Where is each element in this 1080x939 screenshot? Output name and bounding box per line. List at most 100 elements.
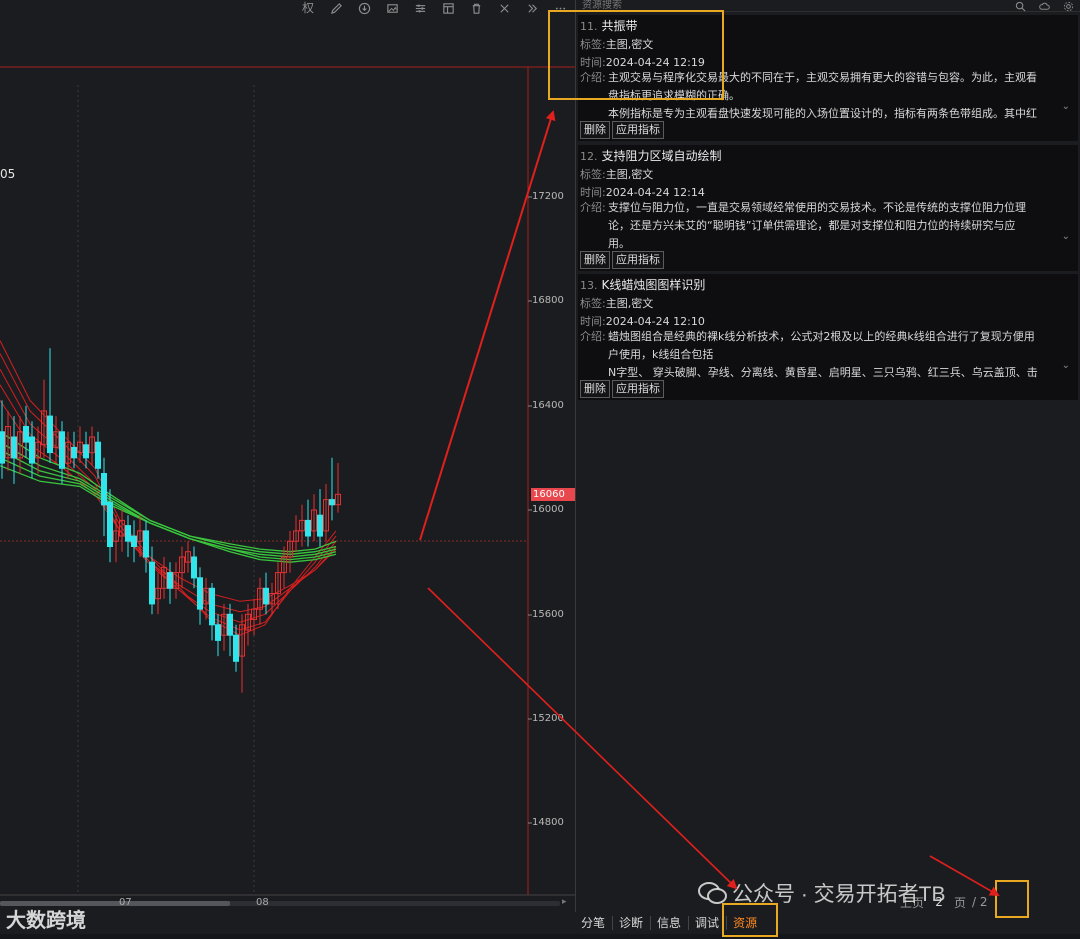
brand-text: 大数跨境 (6, 910, 86, 932)
candlestick-chart[interactable] (0, 0, 575, 912)
resource-time: 2024-04-24 12:14 (605, 186, 705, 199)
candle-body (317, 514, 323, 537)
cloud-upload-icon[interactable] (1039, 1, 1051, 11)
status-bar (0, 934, 1080, 939)
panel-title: 资源搜索 (582, 0, 622, 11)
resource-card: 13. K线蜡烛图图样识别 标签:主图,密文 时间:2024-04-24 12:1… (578, 274, 1078, 400)
ma-line-green (0, 465, 337, 563)
tag-label: 标签: (580, 297, 606, 310)
candle-body (305, 519, 311, 537)
candle-body (197, 577, 203, 610)
candle-body (125, 525, 131, 542)
y-tick-label: 16000 (532, 504, 564, 515)
apply-indicator-button[interactable]: 应用指标 (612, 251, 664, 269)
candle-body (47, 415, 53, 454)
candle-body (143, 530, 149, 558)
delete-button[interactable]: 删除 (580, 251, 610, 269)
scroll-right-icon[interactable]: ▸ (562, 897, 567, 907)
y-tick-label: 15600 (532, 609, 564, 620)
page-total: / 2 (972, 895, 988, 909)
intro-line: 本例指标是专为主观看盘快速发现可能的入场位置设计的，指标有两条色带组成。其中红 (608, 107, 1037, 120)
intro-label: 介绍: (580, 330, 606, 343)
resource-tags: 主图,密文 (605, 297, 654, 310)
candle-body (95, 441, 101, 469)
resource-title[interactable]: K线蜡烛图图样识别 (602, 278, 706, 292)
image-icon[interactable] (385, 1, 399, 15)
expand-chevron-icon[interactable]: ⌄ (1062, 101, 1070, 112)
expand-chevron-icon[interactable]: ⌄ (1062, 231, 1070, 242)
intro-line: N字型、 穿头破脚、孕线、分离线、黄昏星、启明星、三只乌鸦、红三兵、乌云盖顶、击 (608, 366, 1038, 379)
highlight-box-resource-title (548, 10, 724, 100)
intro-line: 支撑位与阻力位，一直是交易领域经常使用的交易技术。不论是传统的支撑位阻力位理 (608, 201, 1026, 214)
apply-indicator-button[interactable]: 应用指标 (612, 121, 664, 139)
candle-body (167, 572, 173, 589)
candle-body (101, 473, 107, 506)
resource-number: 13. (580, 279, 598, 292)
wechat-icon (698, 882, 727, 904)
candle-body (0, 431, 5, 464)
expand-chevron-icon[interactable]: ⌄ (1062, 360, 1070, 371)
candle-body (215, 624, 221, 641)
candle-body (263, 587, 269, 605)
delete-button[interactable]: 删除 (580, 380, 610, 398)
candle-body (233, 634, 239, 662)
brand-logo: 大数跨境 (6, 904, 86, 933)
candle-body (11, 436, 17, 459)
apply-indicator-button[interactable]: 应用指标 (612, 380, 664, 398)
intro-line: 蜡烛图组合是经典的裸k线分析技术，公式对2根及以上的经典k线组合进行了复现方便用 (608, 330, 1035, 343)
tab-info[interactable]: 信息 (657, 916, 690, 930)
chart-toolbar: 权 (0, 0, 575, 16)
intro-line: 论，还是方兴未艾的“聪明钱”订单供需理论，都是对支撑位和阻力位的持续研究与应 (608, 219, 1016, 232)
indicator-value-label: 05 (0, 167, 16, 181)
close-icon[interactable] (497, 1, 511, 15)
candle-body (59, 431, 65, 469)
resource-intro: 介绍: 蜡烛图组合是经典的裸k线分析技术，公式对2根及以上的经典k线组合进行了复… (580, 328, 1060, 382)
y-tick-label: 15200 (532, 713, 564, 724)
delete-button[interactable]: 删除 (580, 121, 610, 139)
trash-icon[interactable] (469, 1, 483, 15)
search-icon[interactable] (1015, 1, 1027, 11)
highlight-box-page-number (995, 880, 1029, 918)
candle-body (227, 613, 233, 636)
tab-diagnose[interactable]: 诊断 (619, 916, 652, 930)
intro-line: 户使用，k线组合包括 (608, 348, 714, 361)
rights-icon[interactable]: 权 (301, 1, 315, 15)
candle-body (149, 561, 155, 605)
sliders-icon[interactable] (413, 1, 427, 15)
y-tick-label: 17200 (532, 191, 564, 202)
resource-tags: 主图,密文 (605, 168, 654, 181)
resource-card: 12. 支持阻力区域自动绘制 标签:主图,密文 时间:2024-04-24 12:… (578, 145, 1078, 271)
pencil-icon[interactable] (329, 1, 343, 15)
download-icon[interactable] (357, 1, 371, 15)
candle-body (83, 444, 89, 459)
chart-area[interactable]: 权 05 17200 16800 16400 16000 15600 15200… (0, 0, 575, 912)
candle-body (209, 587, 215, 626)
highlight-box-resources-tab (722, 903, 778, 937)
x-tick-label: 08 (256, 897, 269, 908)
intro-line: 用。 (608, 237, 630, 250)
candle-body (329, 499, 335, 506)
settings-icon[interactable] (1063, 1, 1075, 11)
time-label: 时间: (580, 315, 606, 328)
resource-panel: 资源搜索 11. 共振带 标签:主图,密文 时间:2024-04-24 12:19… (575, 0, 1080, 912)
candle-body (107, 501, 113, 548)
candle-body (23, 426, 29, 443)
candle-body (131, 535, 137, 547)
last-price-tag: 16060 (531, 488, 575, 501)
y-tick-label: 16400 (532, 400, 564, 411)
resource-intro: 介绍: 支撑位与阻力位，一直是交易领域经常使用的交易技术。不论是传统的支撑位阻力… (580, 199, 1060, 253)
time-label: 时间: (580, 186, 606, 199)
y-tick-label: 14800 (532, 817, 564, 828)
candle-body (71, 446, 77, 459)
intro-label: 介绍: (580, 201, 606, 214)
candle-body (29, 436, 35, 464)
resource-title[interactable]: 支持阻力区域自动绘制 (602, 149, 722, 163)
x-tick-label: 07 (119, 897, 132, 908)
resource-number: 12. (580, 150, 598, 163)
layout-icon[interactable] (441, 1, 455, 15)
tab-ticks[interactable]: 分笔 (581, 916, 614, 930)
double-chevron-right-icon[interactable] (525, 1, 539, 15)
page-suffix: 页 (954, 895, 967, 910)
tag-label: 标签: (580, 168, 606, 181)
resource-time: 2024-04-24 12:10 (605, 315, 705, 328)
